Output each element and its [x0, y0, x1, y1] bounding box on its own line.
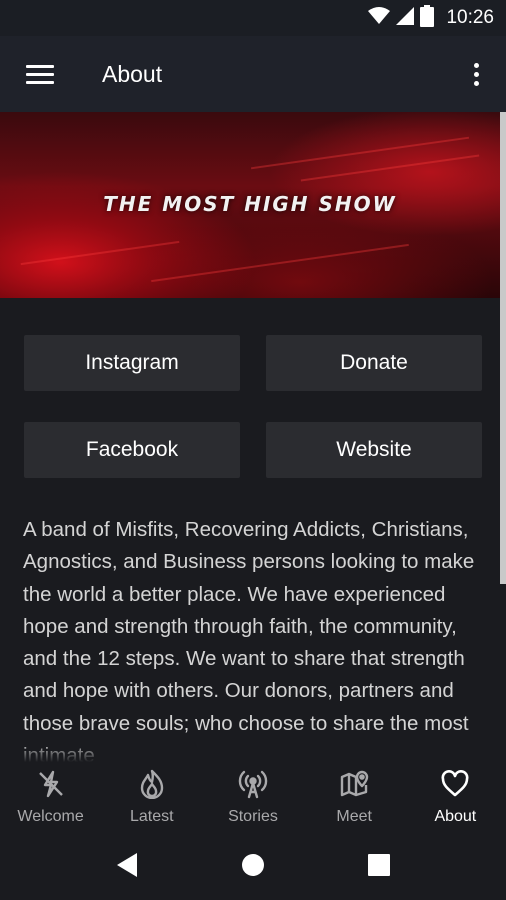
flash-icon — [35, 768, 67, 800]
heart-icon — [439, 768, 471, 800]
map-pin-icon — [338, 768, 370, 800]
donate-button[interactable]: Donate — [266, 335, 482, 391]
recents-icon — [368, 854, 390, 876]
nav-label: Latest — [129, 808, 174, 825]
more-options-button[interactable] — [446, 36, 506, 112]
nav-item-meet[interactable]: Meet — [304, 762, 405, 830]
app-bar: About — [0, 36, 506, 112]
home-icon — [242, 854, 264, 876]
menu-icon — [26, 60, 54, 89]
signal-icon — [396, 6, 415, 30]
nav-label: Meet — [336, 808, 372, 825]
flame-icon — [136, 768, 168, 800]
nav-label: Welcome — [17, 808, 84, 825]
nav-label: About — [434, 808, 477, 825]
banner-image: THE MOST HIGH SHOW — [0, 112, 500, 298]
status-bar: 10:26 — [0, 0, 506, 36]
about-description: A band of Misfits, Recovering Addicts, C… — [23, 518, 475, 762]
nav-label: Stories — [228, 808, 278, 825]
nav-item-about[interactable]: About — [405, 762, 506, 830]
scrollbar[interactable] — [500, 112, 506, 584]
nav-item-stories[interactable]: Stories — [202, 762, 303, 830]
banner-title: THE MOST HIGH SHOW — [103, 192, 397, 216]
content-area[interactable]: THE MOST HIGH SHOW Instagram Donate Face… — [0, 112, 506, 762]
page-title: About — [102, 60, 163, 87]
system-nav-bar — [0, 830, 506, 900]
facebook-button[interactable]: Facebook — [24, 422, 240, 478]
home-button[interactable] — [233, 845, 273, 885]
bottom-nav: Welcome Latest Stories Meet About — [0, 762, 506, 830]
website-button[interactable]: Website — [266, 422, 482, 478]
nav-item-welcome[interactable]: Welcome — [0, 762, 101, 830]
nav-item-latest[interactable]: Latest — [101, 762, 202, 830]
back-icon — [117, 853, 137, 877]
recents-button[interactable] — [359, 845, 399, 885]
battery-icon — [420, 4, 435, 32]
more-vert-icon — [473, 62, 479, 68]
menu-button[interactable] — [0, 36, 80, 112]
instagram-button[interactable]: Instagram — [24, 335, 240, 391]
status-time: 10:26 — [446, 7, 494, 28]
wifi-icon — [368, 6, 391, 30]
broadcast-icon — [237, 768, 269, 800]
back-button[interactable] — [107, 845, 147, 885]
